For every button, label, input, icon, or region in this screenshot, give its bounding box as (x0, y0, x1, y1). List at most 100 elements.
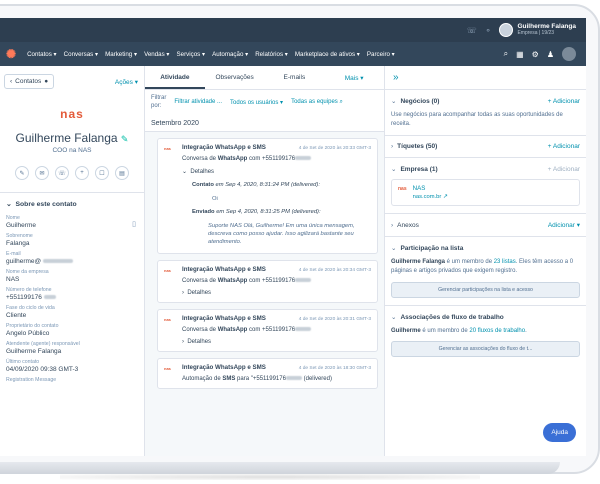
settings-gear-icon[interactable]: ⚙ (532, 50, 539, 59)
about-contact-section[interactable]: ⌄ Sobre este contato (0, 192, 144, 215)
back-to-contacts-button[interactable]: ‹ Contatos ● (4, 74, 55, 89)
prop-label: Nome da empresa (6, 269, 49, 275)
activity-card[interactable]: nas Integração WhatsApp e SMS 4 de Set d… (157, 357, 378, 389)
workflow-section: ⌄ Associações de fluxo de trabalho Guilhe… (385, 306, 586, 365)
account-avatar[interactable] (562, 47, 576, 61)
tab-mais[interactable]: Mais ▾ (324, 66, 384, 89)
prop-last-name[interactable]: Sobrenome Falanga (0, 233, 144, 247)
add-company-button[interactable]: + Adicionar (548, 166, 580, 173)
filter-users-dropdown[interactable]: Todos os usuários ▾ (230, 99, 283, 106)
card-subtitle: Automação de SMS para "+551199176 (deliv… (164, 376, 371, 382)
marketplace-icon[interactable]: ▦ (516, 50, 524, 59)
nav-conversas[interactable]: Conversas ▾ (64, 51, 98, 58)
prop-company[interactable]: Nome da empresa NAS (0, 269, 144, 283)
card-date: 4 de Set de 2020 às 20:31 GMT-3 (298, 316, 371, 322)
contact-name: Guilherme Falanga (15, 131, 118, 145)
activity-card[interactable]: nas Integração WhatsApp e SMS 4 de Set d… (157, 137, 378, 254)
section-title[interactable]: › Anexos (391, 222, 419, 229)
prop-owner[interactable]: Proprietário do contato Angelo Público (0, 323, 144, 337)
nav-relatorios[interactable]: Relatórios ▾ (255, 51, 288, 58)
hubspot-logo-icon[interactable]: ✺ (6, 47, 16, 61)
lists-link[interactable]: 23 listas (494, 259, 516, 265)
nav-contatos[interactable]: Contatos ▾ (27, 51, 57, 58)
call-icon[interactable]: ☏ (55, 166, 69, 180)
details-toggle[interactable]: ⌄ Detalhes (164, 168, 371, 175)
activity-card[interactable]: nas Integração WhatsApp e SMS 4 de Set d… (157, 308, 378, 352)
associated-company-card[interactable]: nas NAS nas.com.br ↗ (391, 179, 580, 207)
chevron-right-icon: › (391, 221, 394, 229)
chevron-down-icon: ⌄ (391, 98, 397, 105)
details-label: Detalhes (187, 289, 212, 296)
manage-workflows-button[interactable]: Gerenciar as associações do fluxo de t..… (391, 341, 580, 358)
person-icon: ● (44, 78, 49, 85)
nav-automacao[interactable]: Automação ▾ (212, 51, 248, 58)
card-title: Integração WhatsApp e SMS (182, 363, 266, 371)
details-toggle[interactable]: › Detalhes (164, 339, 371, 345)
workflows-link[interactable]: 20 fluxos de trabalho (469, 328, 525, 334)
nav-servicos[interactable]: Serviços ▾ (177, 51, 206, 58)
activity-card[interactable]: nas Integração WhatsApp e SMS 4 de Set d… (157, 259, 378, 303)
note-icon[interactable]: ✎ (15, 166, 29, 180)
tab-emails[interactable]: E-mails (265, 66, 325, 89)
integration-logo-icon: nas (164, 365, 171, 371)
nav-vendas[interactable]: Vendas ▾ (144, 51, 169, 58)
filter-teams-dropdown[interactable]: Todas as equipes ⌕ (291, 99, 343, 106)
prop-value: +551199176 (6, 294, 42, 301)
sub-text: com +551199176 (247, 155, 296, 162)
add-deal-button[interactable]: + Adicionar (548, 98, 580, 105)
sub-text: com +551199176 (247, 277, 296, 284)
actions-dropdown[interactable]: Ações ▾ (115, 78, 138, 86)
section-title[interactable]: ⌄ Empresa (1) (391, 165, 438, 173)
nav-marketing[interactable]: Marketing ▾ (105, 51, 137, 58)
section-title[interactable]: ⌄ Participação na lista (391, 244, 463, 252)
prop-registration[interactable]: Registration Message (0, 377, 144, 383)
nav-parceiro[interactable]: Parceiro ▾ (367, 51, 395, 58)
tab-observacoes[interactable]: Observações (205, 66, 265, 89)
phone-icon[interactable]: ☏ (467, 26, 477, 35)
account-menu[interactable]: Guilherme Falanga Empresa | 19/23 (499, 23, 576, 37)
chevron-down-icon: ⌄ (391, 166, 397, 174)
add-ticket-button[interactable]: + Adicionar (548, 143, 580, 150)
tab-atividade[interactable]: Atividade (145, 66, 205, 89)
redacted-blur (295, 278, 312, 283)
message-body: Oi (212, 195, 218, 202)
company-logo: nas (398, 186, 407, 193)
collapse-sidebar-icon[interactable]: » (385, 66, 586, 90)
prop-agent[interactable]: Atendente (agente) responsável Guilherme… (0, 341, 144, 355)
app-screen: ☏ ⚬ Guilherme Falanga Empresa | 19/23 ✺ … (0, 18, 586, 456)
prop-value: Guilherme (6, 222, 36, 229)
tickets-section: › Tíquetes (50) + Adicionar (385, 136, 586, 159)
help-button[interactable]: Ajuda (543, 423, 576, 442)
section-title[interactable]: ⌄ Associações de fluxo de trabalho (391, 313, 504, 321)
copy-icon[interactable]: ▯ (132, 220, 136, 228)
back-label: Contatos (15, 78, 42, 85)
prop-label: Último contato (6, 359, 40, 365)
company-name-link[interactable]: NAS (413, 185, 448, 192)
add-attachment-dropdown[interactable]: Adicionar ▾ (548, 221, 580, 229)
company-domain-link[interactable]: nas.com.br ↗ (413, 194, 448, 200)
search-icon[interactable]: ⌕ (504, 49, 508, 59)
list-membership-text: Guilherme Falanga é um membro de 23 list… (391, 258, 580, 275)
prop-label: Atendente (agente) responsável (6, 341, 80, 347)
calendar-icon[interactable]: ▤ (115, 166, 129, 180)
bell-icon[interactable]: ♟ (547, 50, 554, 59)
chevron-down-icon: ⌄ (391, 313, 397, 321)
nav-marketplace[interactable]: Marketplace de ativos ▾ (295, 51, 360, 58)
notification-icon[interactable]: ⚬ (485, 26, 492, 35)
section-title[interactable]: › Tíquetes (50) (391, 143, 437, 150)
section-title[interactable]: ⌄ Negócios (0) (391, 97, 439, 105)
edit-pencil-icon[interactable]: ✎ (121, 134, 129, 144)
prop-last-contact[interactable]: Último contato 04/09/2020 09:38 GMT-3 (0, 359, 144, 373)
add-icon[interactable]: + (75, 166, 89, 180)
prop-first-name[interactable]: Nome Guilherme ▯ (0, 215, 144, 229)
details-toggle[interactable]: › Detalhes (164, 290, 371, 296)
manage-lists-button[interactable]: Gerenciar participações na lista e acess… (391, 281, 580, 298)
message-meta: Enviado em Sep 4, 2020, 8:31:25 PM (deli… (164, 209, 371, 215)
prop-email[interactable]: E-mail guilherme@ (0, 251, 144, 265)
task-icon[interactable]: ☐ (95, 166, 109, 180)
email-icon[interactable]: ✉ (35, 166, 49, 180)
prop-lifecycle[interactable]: Fase do ciclo de vida Cliente (0, 305, 144, 319)
prop-phone[interactable]: Número de telefone +551199176 (0, 287, 144, 301)
redacted-blur (43, 259, 74, 264)
filter-activity-dropdown[interactable]: Filtrar atividade ... (174, 99, 222, 105)
